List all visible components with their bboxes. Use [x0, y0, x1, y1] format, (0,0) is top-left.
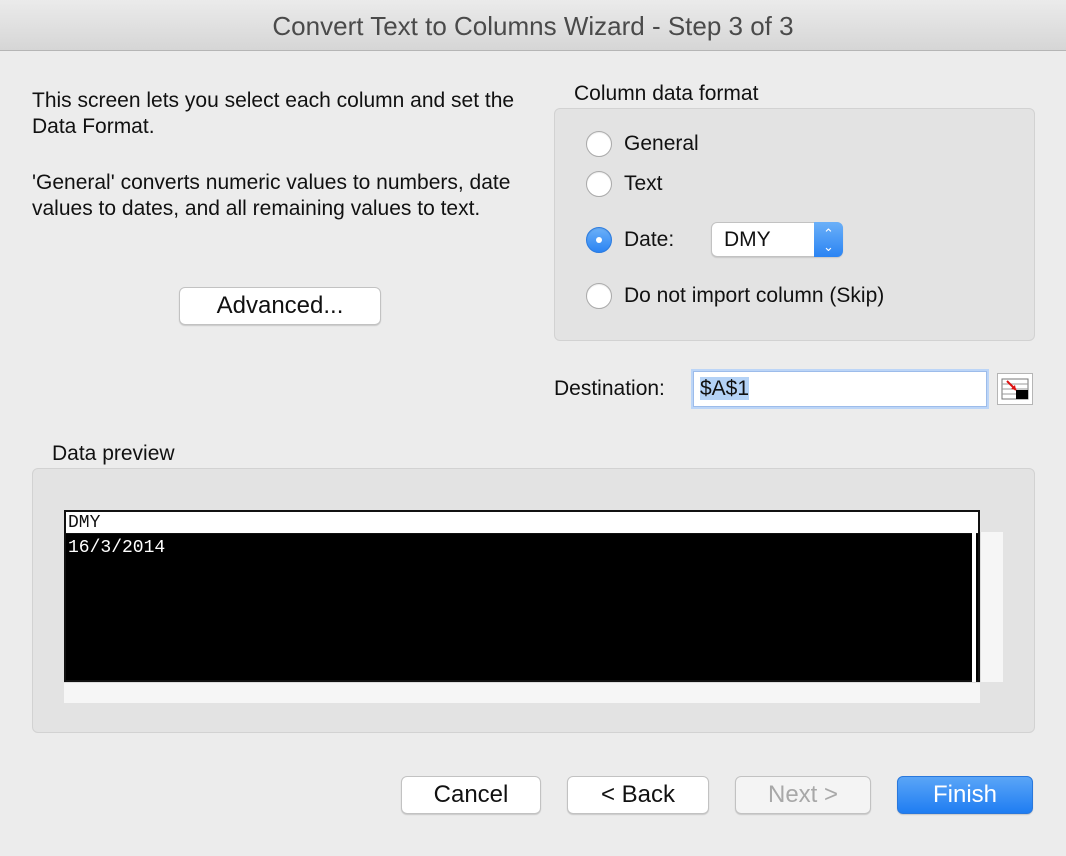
preview-column-edge — [972, 532, 976, 682]
preview-vertical-scrollbar[interactable] — [980, 532, 1003, 682]
radio-button-date[interactable] — [586, 227, 612, 253]
destination-label: Destination: — [554, 377, 665, 400]
advanced-button[interactable]: Advanced... — [179, 287, 381, 325]
radio-label-text: Text — [624, 172, 663, 195]
destination-input[interactable]: $A$1 — [693, 371, 987, 407]
back-button[interactable]: < Back — [567, 776, 709, 814]
radio-option-text[interactable]: Text — [586, 170, 663, 198]
preview-column-header[interactable]: DMY — [66, 512, 978, 534]
finish-button[interactable]: Finish — [897, 776, 1033, 814]
chevron-updown-icon: ⌃ ⌄ — [814, 222, 843, 257]
next-button[interactable]: Next > — [735, 776, 871, 814]
destination-value: $A$1 — [700, 377, 750, 400]
radio-option-general[interactable]: General — [586, 130, 699, 158]
radio-label-skip: Do not import column (Skip) — [624, 284, 885, 307]
range-select-icon — [1001, 378, 1029, 400]
radio-label-date: Date: — [624, 228, 675, 251]
date-format-select[interactable]: DMY ⌃ ⌄ — [711, 222, 843, 257]
intro-paragraph-2: 'General' converts numeric values to num… — [32, 171, 511, 220]
column-format-label: Column data format — [574, 82, 759, 105]
radio-button-text[interactable] — [586, 171, 612, 197]
range-picker-button[interactable] — [997, 373, 1033, 405]
radio-option-skip[interactable]: Do not import column (Skip) — [586, 282, 884, 310]
data-preview-table[interactable]: DMY 16/3/2014 — [64, 510, 980, 682]
date-format-value: DMY — [724, 228, 771, 251]
intro-paragraph-1: This screen lets you select each column … — [32, 89, 515, 138]
data-preview-label: Data preview — [52, 442, 175, 465]
radio-option-date[interactable]: Date: — [586, 226, 674, 254]
cancel-button[interactable]: Cancel — [401, 776, 541, 814]
preview-horizontal-scrollbar[interactable] — [64, 682, 980, 703]
radio-button-general[interactable] — [586, 131, 612, 157]
window-title: Convert Text to Columns Wizard - Step 3 … — [0, 0, 1066, 51]
radio-label-general: General — [624, 132, 699, 155]
radio-button-skip[interactable] — [586, 283, 612, 309]
preview-row: 16/3/2014 — [68, 538, 166, 558]
